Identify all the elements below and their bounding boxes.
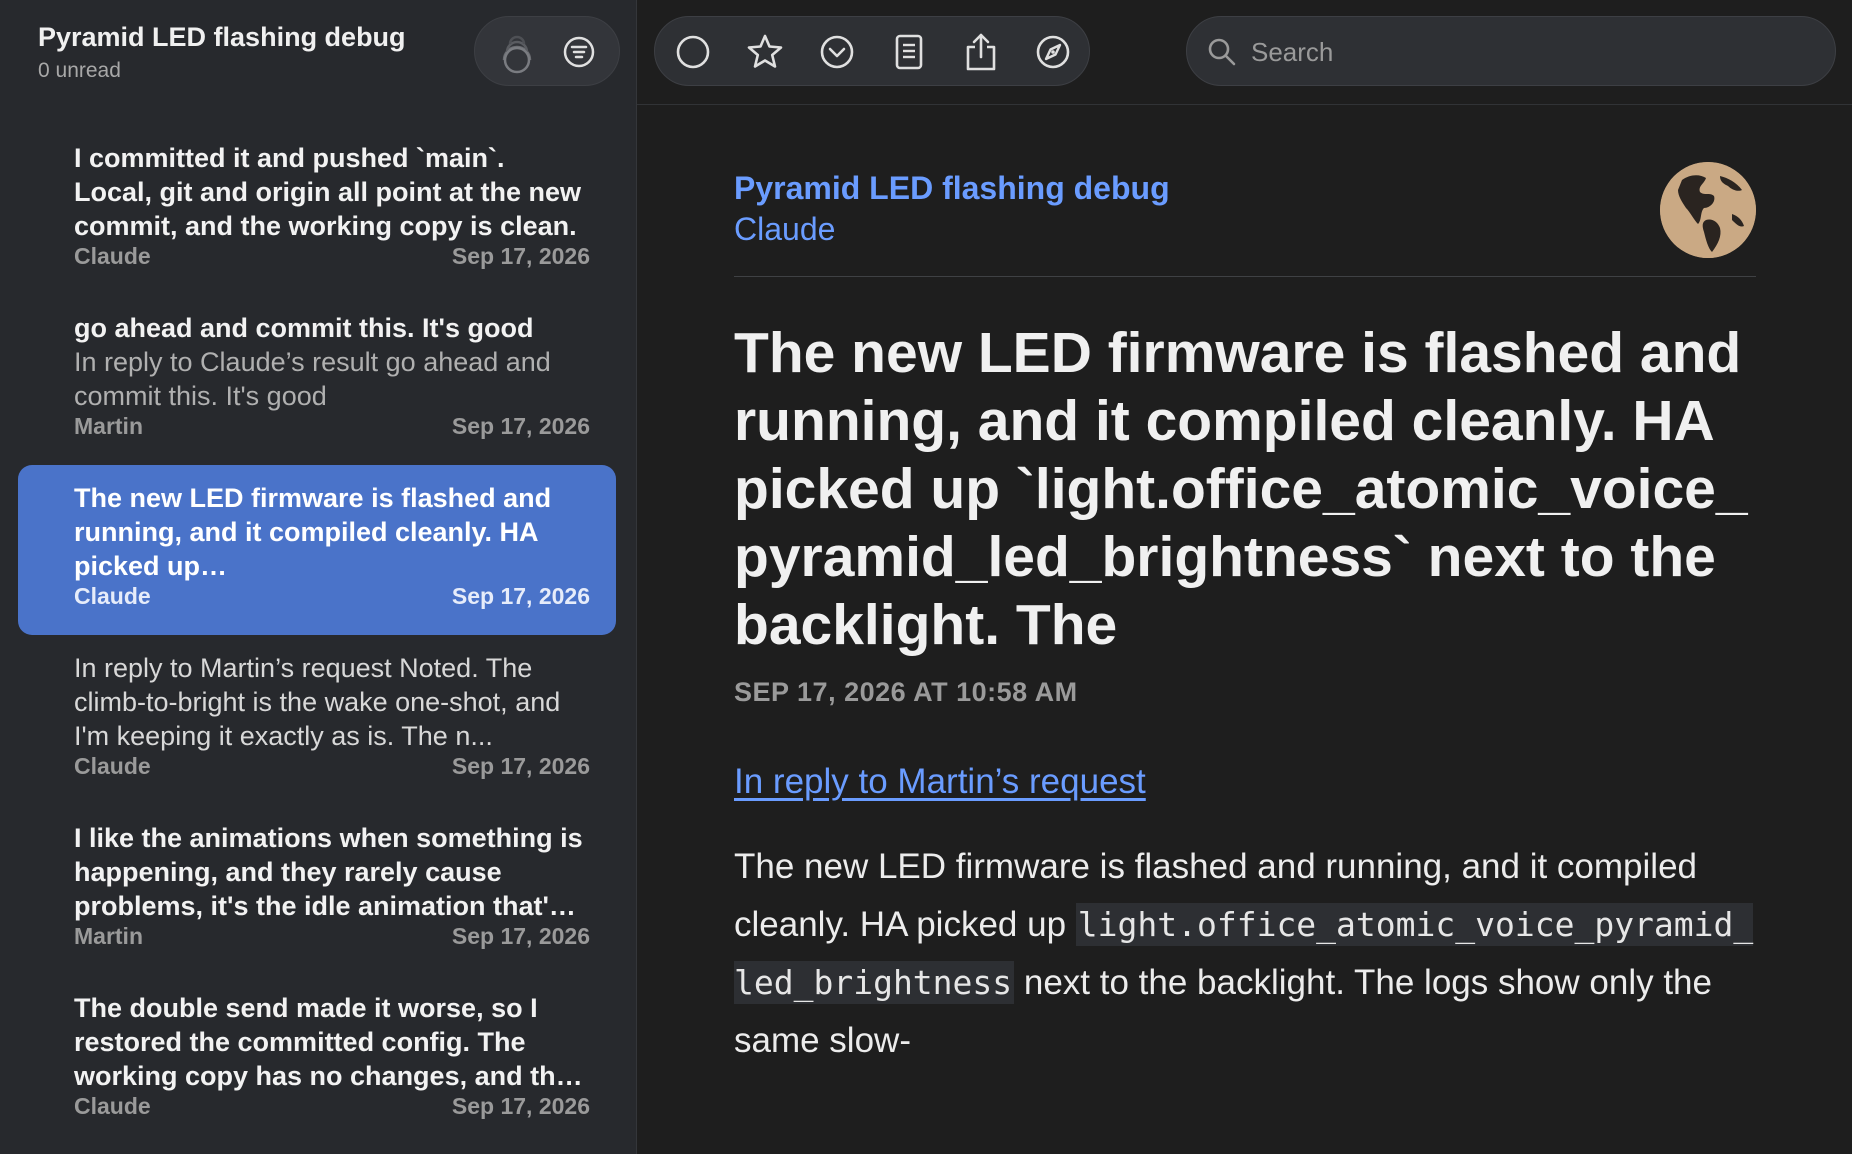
toolbar-divider xyxy=(637,104,1852,105)
reader-icon xyxy=(895,34,923,70)
unread-count: 0 unread xyxy=(38,59,121,82)
list-item-title: I committed it and pushed `main`. Local,… xyxy=(74,143,582,241)
list-item-meta: Claude Sep 17, 2026 xyxy=(74,1093,590,1120)
circle-icon xyxy=(676,35,710,69)
list-item-date: Sep 17, 2026 xyxy=(451,413,590,439)
sidebar-header: Pyramid LED flashing debug 0 unread xyxy=(38,22,406,83)
list-item-date: Sep 17, 2026 xyxy=(451,753,590,779)
search-icon xyxy=(1208,38,1236,66)
star-button[interactable] xyxy=(735,17,795,87)
globe-icon xyxy=(1660,162,1756,258)
list-item-date: Sep 17, 2026 xyxy=(451,1093,590,1119)
mark-read-button[interactable] xyxy=(663,17,723,87)
filter-list-icon xyxy=(563,36,595,68)
next-unread-button[interactable] xyxy=(807,17,867,87)
list-item-selected[interactable]: The new LED firmware is flashed and runn… xyxy=(18,465,616,635)
feed-title: Pyramid LED flashing debug xyxy=(38,22,406,52)
list-item-title: I like the animations when something is … xyxy=(74,823,583,921)
list-item[interactable]: I committed it and pushed `main`. Local,… xyxy=(18,125,616,295)
search-input[interactable] xyxy=(1249,31,1813,73)
sidebar-toolbar xyxy=(474,16,620,86)
list-item-meta: Claude Sep 17, 2026 xyxy=(74,753,590,780)
list-item-title: The new LED firmware is flashed and runn… xyxy=(74,483,552,581)
share-icon xyxy=(966,33,996,71)
list-item-author: Claude xyxy=(74,243,151,269)
list-item-author: Claude xyxy=(74,1093,151,1119)
feed-avatar xyxy=(1660,162,1756,258)
list-item[interactable]: In reply to Martin’s request Noted. The … xyxy=(18,635,616,805)
list-item-author: Martin xyxy=(74,413,143,439)
list-item-meta: Martin Sep 17, 2026 xyxy=(74,923,590,950)
chevron-circle-icon xyxy=(820,35,854,69)
article-header-divider xyxy=(734,276,1756,277)
compass-icon xyxy=(1036,35,1070,69)
article-toolbar xyxy=(654,16,1090,86)
list-item-author: Claude xyxy=(74,753,151,779)
list-item-title: go ahead and commit this. It's good xyxy=(74,313,534,343)
article-body: The new LED firmware is flashed and runn… xyxy=(734,838,1756,1070)
list-item-date: Sep 17, 2026 xyxy=(451,243,590,269)
list-item[interactable]: The double send made it worse, so I rest… xyxy=(18,975,616,1145)
article-title: The new LED firmware is flashed and runn… xyxy=(734,321,1748,657)
list-item-snippet: In reply to Claude’s result go ahead and… xyxy=(74,347,551,411)
search-box[interactable] xyxy=(1186,16,1836,86)
list-item-author: Martin xyxy=(74,923,143,949)
article-date: SEP 17, 2026 AT 10:58 AM xyxy=(734,677,1078,707)
open-in-browser-button[interactable] xyxy=(1023,17,1083,87)
article-author: Claude xyxy=(734,211,836,247)
list-item-meta: Claude Sep 17, 2026 xyxy=(74,583,590,610)
refresh-button[interactable] xyxy=(487,17,547,87)
star-icon xyxy=(747,34,783,68)
activity-spinner-icon xyxy=(502,35,532,74)
article-feed-title[interactable]: Pyramid LED flashing debug xyxy=(734,170,1756,207)
list-item-date: Sep 17, 2026 xyxy=(451,583,590,609)
list-item-meta: Claude Sep 17, 2026 xyxy=(74,243,590,270)
list-item-title: The double send made it worse, so I rest… xyxy=(74,993,571,1091)
reply-link[interactable]: In reply to Martin’s request xyxy=(734,762,1146,802)
sidebar: Pyramid LED flashing debug 0 unread I co… xyxy=(0,0,637,1154)
filter-button[interactable] xyxy=(549,17,609,87)
share-button[interactable] xyxy=(951,17,1011,87)
list-item[interactable]: go ahead and commit this. It's good In r… xyxy=(18,295,616,465)
list-item[interactable]: I like the animations when something is … xyxy=(18,805,616,975)
article-view: Pyramid LED flashing debug Claude The ne… xyxy=(734,162,1756,1070)
list-item-meta: Martin Sep 17, 2026 xyxy=(74,413,590,440)
list-item-author: Claude xyxy=(74,583,151,609)
list-item-snippet: In reply to Martin’s request Noted. The … xyxy=(74,653,561,751)
message-list: I committed it and pushed `main`. Local,… xyxy=(18,125,616,1145)
list-item-date: Sep 17, 2026 xyxy=(451,923,590,949)
reader-view-button[interactable] xyxy=(879,17,939,87)
